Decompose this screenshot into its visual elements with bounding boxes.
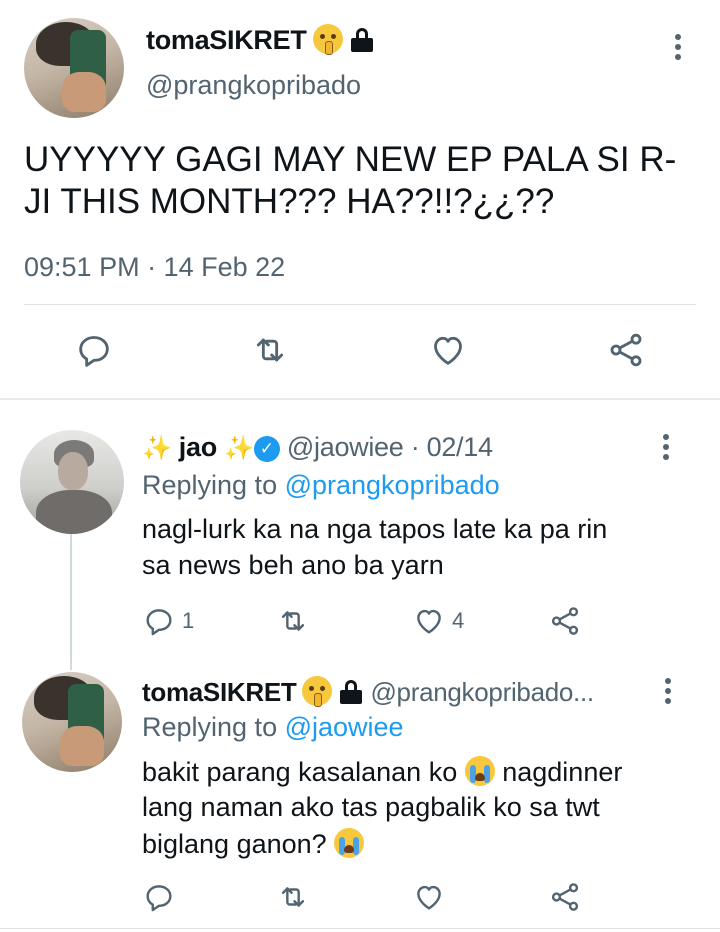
- author-name[interactable]: tomaSIKRET: [146, 24, 373, 56]
- more-options-icon[interactable]: [674, 34, 682, 64]
- bottom-divider: [0, 928, 720, 929]
- reply1-header[interactable]: ✨ jao ✨ ✓ @jaowiee · 02/14: [142, 432, 493, 463]
- reply2-text-line3: biglang ganon?: [142, 828, 365, 860]
- reply1-avatar[interactable]: [20, 430, 124, 534]
- tweet-text-line2: JI THIS MONTH??? HA??!!?¿¿??: [24, 182, 555, 221]
- share-button[interactable]: [606, 330, 646, 370]
- reply2-replying-to: Replying to @jaowiee: [142, 712, 404, 742]
- like-icon: [417, 609, 441, 634]
- like-icon: [434, 336, 462, 365]
- shushing-face-emoji: [312, 24, 343, 55]
- reply2-avatar[interactable]: [22, 672, 122, 772]
- reply2-header[interactable]: tomaSIKRET @prangkopribado...: [142, 676, 594, 708]
- retweet-icon: [281, 887, 305, 907]
- replying-to-handle-link[interactable]: @jaowiee: [285, 712, 404, 742]
- tweet-text-line1: UYYYYY GAGI MAY NEW EP PALA SI R-: [24, 140, 677, 179]
- avatar-hand: [60, 726, 104, 766]
- reply1-replying-to: Replying to @prangkopribado: [142, 470, 500, 500]
- verified-badge-icon: ✓: [253, 436, 280, 462]
- reply1-retweet-button[interactable]: [276, 604, 310, 638]
- reply1-share-button[interactable]: [548, 604, 582, 638]
- avatar-face: [58, 452, 88, 490]
- reply1-text-line1: nagl-lurk ka na nga tapos late ka pa rin: [142, 514, 608, 544]
- timestamp-divider: [24, 304, 696, 305]
- avatar-coat: [36, 490, 112, 534]
- like-icon: [417, 885, 441, 910]
- reply2-reply-button[interactable]: [142, 880, 176, 914]
- reply2-retweet-button[interactable]: [276, 880, 310, 914]
- replying-to-handle-link[interactable]: @prangkopribado: [285, 470, 500, 500]
- reply2-like-button[interactable]: [412, 880, 446, 914]
- sparkles-emoji: ✨: [142, 435, 172, 462]
- author-handle[interactable]: @prangkopribado: [146, 70, 361, 101]
- lock-icon: [340, 680, 363, 704]
- reply2-share-button[interactable]: [548, 880, 582, 914]
- sparkles-emoji: ✨: [224, 435, 254, 462]
- lock-icon: [350, 28, 373, 52]
- author-avatar[interactable]: [24, 18, 124, 118]
- retweet-icon: [281, 611, 305, 631]
- section-divider: [0, 398, 720, 400]
- share-icon: [551, 607, 579, 635]
- thread-connector: [70, 530, 72, 670]
- reply-icon: [146, 885, 172, 912]
- loudly-crying-face-emoji: [464, 756, 495, 786]
- reply-icon: [146, 609, 172, 636]
- like-count: 4: [452, 608, 465, 633]
- reply1-reply-button[interactable]: 1: [142, 604, 194, 638]
- reply-button[interactable]: [74, 330, 114, 370]
- reply2-text-line2: lang naman ako tas pagbalik ko sa twt: [142, 792, 600, 822]
- retweet-button[interactable]: [250, 330, 290, 370]
- shushing-face-emoji: [302, 676, 333, 707]
- avatar-hand: [62, 72, 106, 112]
- tweet-timestamp[interactable]: 09:51 PM · 14 Feb 22: [24, 252, 285, 283]
- like-button[interactable]: [428, 330, 468, 370]
- reply1-text-line2: sa news beh ano ba yarn: [142, 550, 444, 580]
- more-options-icon[interactable]: [664, 678, 672, 708]
- loudly-crying-face-emoji: [334, 828, 365, 858]
- reply-count: 1: [182, 608, 195, 633]
- reply2-text-line1: bakit parang kasalanan ko nagdinner: [142, 756, 623, 787]
- more-options-icon[interactable]: [662, 434, 670, 464]
- share-icon: [551, 883, 579, 911]
- retweet-icon: [256, 338, 284, 362]
- reply-icon: [79, 336, 109, 367]
- share-icon: [610, 333, 642, 367]
- reply1-like-button[interactable]: 4: [412, 604, 464, 638]
